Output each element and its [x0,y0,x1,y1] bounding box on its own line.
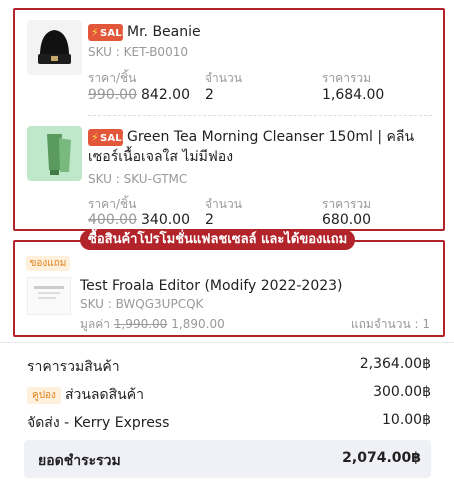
gift-quantity: แถมจำนวน : 1 [350,317,430,331]
line-total: 1,684.00 [322,87,385,103]
beanie-image [38,30,71,64]
gift-original-value: 1,990.00 [113,317,168,331]
shipping-label: จัดส่ง - Kerry Express [27,415,170,431]
product-sku: SKU : KET-B0010 [88,45,188,59]
gift-sku: SKU : BWQG3UPCQK [80,297,204,311]
grand-total-box: ยอดชำระรวม 2,074.00฿ [24,440,431,478]
sale-badge-label: SALE [99,28,129,39]
item-divider [88,115,432,116]
product-name[interactable]: Mr. Beanie [127,22,201,42]
promo-banner: ซื้อสินค้าโปรโมชั่นแฟลชเซลล์ และได้ของแถ… [80,230,356,250]
product-image[interactable] [27,126,82,181]
price-label: ราคา/ชิ้น [88,71,137,85]
grand-total-label: ยอดชำระรวม [38,453,121,469]
sale-price: 842.00 [141,87,190,103]
gift-image[interactable] [27,277,71,315]
line-total: 680.00 [322,212,371,228]
shipping-value: 10.00฿ [382,412,431,428]
subtotal-label: ราคารวมสินค้า [27,359,120,375]
discount-row: คูปอง ส่วนลดสินค้า 300.00฿ [27,384,431,406]
gift-current-value: 1,890.00 [171,317,225,331]
gift-badge: ของแถม [26,256,70,271]
sale-badge: ⚡SALE [88,24,129,41]
discount-label: ส่วนลดสินค้า [64,387,144,403]
quantity: 2 [205,212,214,228]
gift-value-label: มูลค่า [80,317,111,331]
subtotal-value: 2,364.00฿ [359,356,431,372]
gift-name[interactable]: Test Froala Editor (Modify 2022-2023) [80,276,343,296]
qty-label: จำนวน [205,71,242,85]
gift-thumbnail-icon [34,286,64,299]
product-name[interactable]: Green Tea Morning Cleanser 150ml | คลีนเ… [88,127,438,167]
gift-value: มูลค่า 1,990.00 1,890.00 [80,315,225,334]
subtotal-row: ราคารวมสินค้า 2,364.00฿ [27,356,431,378]
total-label: ราคารวม [322,71,372,85]
lightning-icon: ⚡ [91,26,99,39]
sale-price: 340.00 [141,212,190,228]
product-sku: SKU : SKU-GTMC [88,172,188,186]
original-price: 990.00 [88,87,137,103]
quantity: 2 [205,87,214,103]
unit-price: 400.00 340.00 [88,212,190,228]
product-image[interactable] [27,20,82,75]
original-price: 400.00 [88,212,137,228]
coupon-badge[interactable]: คูปอง [27,387,61,404]
unit-price: 990.00 842.00 [88,87,190,103]
discount-value: 300.00฿ [373,384,431,400]
shipping-row: จัดส่ง - Kerry Express 10.00฿ [27,412,431,434]
summary-divider [0,342,454,343]
grand-total-value: 2,074.00฿ [342,450,421,466]
cleanser-tube-image [47,134,71,175]
